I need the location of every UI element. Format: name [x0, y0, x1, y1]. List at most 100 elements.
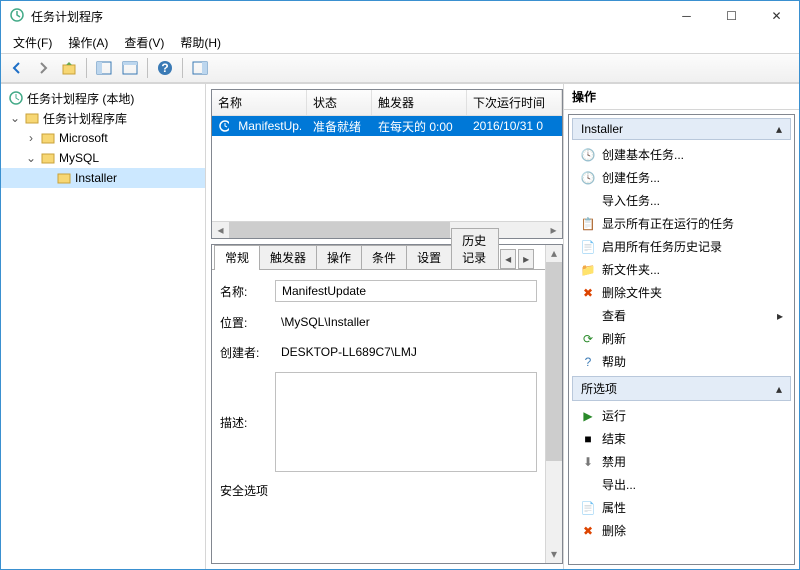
play-icon: ▶: [580, 408, 596, 424]
action-help[interactable]: ?帮助: [572, 350, 791, 373]
actions-pane-title: 操作: [564, 84, 799, 110]
tree-installer[interactable]: Installer: [1, 168, 205, 188]
collapse-icon[interactable]: ⌄: [9, 111, 21, 125]
scroll-left-icon[interactable]: ◂: [212, 223, 229, 237]
expand-icon[interactable]: ›: [25, 131, 37, 145]
close-button[interactable]: ✕: [754, 1, 799, 31]
location-value: \MySQL\Installer: [275, 312, 537, 332]
task-icon: [218, 119, 229, 133]
chevron-right-icon: ▸: [777, 309, 783, 323]
action-view[interactable]: 查看▸: [572, 304, 791, 327]
actions-section-installer[interactable]: Installer ▴: [572, 118, 791, 140]
tab-scroll-left[interactable]: ◂: [500, 249, 516, 269]
app-icon: [9, 7, 25, 26]
col-next[interactable]: 下次运行时间: [467, 90, 562, 115]
tree-library[interactable]: ⌄ 任务计划程序库: [1, 108, 205, 128]
task-name: ManifestUp...: [232, 119, 301, 133]
clock-icon: [8, 90, 24, 106]
task-status: 准备就绪: [307, 118, 372, 135]
vertical-scrollbar[interactable]: ▴ ▾: [545, 245, 562, 563]
action-delete-folder[interactable]: ✖删除文件夹: [572, 281, 791, 304]
task-list[interactable]: 名称 状态 触发器 下次运行时间 ManifestUp... 准备就绪 在每天的…: [211, 89, 563, 239]
menu-view[interactable]: 查看(V): [118, 32, 170, 53]
description-label: 描述:: [220, 414, 275, 431]
name-label: 名称:: [220, 283, 275, 300]
disable-icon: ⬇: [580, 454, 596, 470]
task-trigger: 在每天的 0:00: [372, 118, 467, 135]
tree-label: 任务计划程序库: [43, 110, 127, 127]
navigation-tree[interactable]: 任务计划程序 (本地) ⌄ 任务计划程序库 › Microsoft ⌄ MySQ…: [1, 84, 206, 569]
action-new-folder[interactable]: 📁新文件夹...: [572, 258, 791, 281]
description-field[interactable]: [275, 372, 537, 472]
action-run[interactable]: ▶运行: [572, 404, 791, 427]
collapse-icon[interactable]: ▴: [776, 382, 782, 396]
folder-icon: 📁: [580, 262, 596, 278]
author-label: 创建者:: [220, 344, 275, 361]
refresh-icon: ⟳: [580, 331, 596, 347]
tree-label: MySQL: [59, 151, 99, 165]
action-refresh[interactable]: ⟳刷新: [572, 327, 791, 350]
scroll-right-icon[interactable]: ▸: [545, 223, 562, 237]
col-status[interactable]: 状态: [307, 90, 372, 115]
tree-label: Microsoft: [59, 131, 108, 145]
tab-general[interactable]: 常规: [214, 245, 260, 270]
scroll-up-icon[interactable]: ▴: [546, 245, 562, 262]
collapse-icon[interactable]: ⌄: [25, 151, 37, 165]
actions-section-selected[interactable]: 所选项 ▴: [572, 376, 791, 401]
up-button[interactable]: [57, 56, 81, 80]
tab-actions[interactable]: 操作: [316, 245, 362, 269]
scroll-down-icon[interactable]: ▾: [546, 546, 562, 563]
tree-root[interactable]: 任务计划程序 (本地): [1, 88, 205, 108]
window-title: 任务计划程序: [31, 8, 664, 25]
action-create-basic-task[interactable]: 🕓创建基本任务...: [572, 143, 791, 166]
list-icon: 📋: [580, 216, 596, 232]
forward-button[interactable]: [31, 56, 55, 80]
task-icon: 🕓: [580, 170, 596, 186]
tree-mysql[interactable]: ⌄ MySQL: [1, 148, 205, 168]
menu-file[interactable]: 文件(F): [7, 32, 58, 53]
show-hide-tree-button[interactable]: [92, 56, 116, 80]
help-button[interactable]: ?: [153, 56, 177, 80]
separator: [147, 58, 148, 78]
scroll-thumb[interactable]: [546, 262, 562, 461]
col-trigger[interactable]: 触发器: [372, 90, 467, 115]
section-label: 所选项: [581, 380, 617, 397]
tab-scroll-right[interactable]: ▸: [518, 249, 534, 269]
maximize-button[interactable]: ☐: [709, 1, 754, 31]
properties-button[interactable]: [118, 56, 142, 80]
task-icon: 🕓: [580, 147, 596, 163]
tree-label: Installer: [75, 171, 117, 185]
tree-label: 任务计划程序 (本地): [27, 90, 134, 107]
action-export[interactable]: 导出...: [572, 473, 791, 496]
folder-icon: [40, 150, 56, 166]
action-properties[interactable]: 📄属性: [572, 496, 791, 519]
folder-icon: [56, 170, 72, 186]
history-icon: 📄: [580, 239, 596, 255]
name-field[interactable]: [275, 280, 537, 302]
action-end[interactable]: ■结束: [572, 427, 791, 450]
action-show-running[interactable]: 📋显示所有正在运行的任务: [572, 212, 791, 235]
author-value: DESKTOP-LL689C7\LMJ: [275, 342, 537, 362]
back-button[interactable]: [5, 56, 29, 80]
menu-action[interactable]: 操作(A): [62, 32, 114, 53]
tab-history[interactable]: 历史记录: [451, 228, 499, 269]
tab-triggers[interactable]: 触发器: [259, 245, 317, 269]
collapse-icon[interactable]: ▴: [776, 122, 782, 136]
scroll-thumb[interactable]: [229, 222, 450, 238]
action-delete[interactable]: ✖删除: [572, 519, 791, 542]
minimize-button[interactable]: ─: [664, 1, 709, 31]
action-create-task[interactable]: 🕓创建任务...: [572, 166, 791, 189]
task-row[interactable]: ManifestUp... 准备就绪 在每天的 0:00 2016/10/31 …: [212, 116, 562, 136]
tab-settings[interactable]: 设置: [406, 245, 452, 269]
col-name[interactable]: 名称: [212, 90, 307, 115]
action-enable-history[interactable]: 📄启用所有任务历史记录: [572, 235, 791, 258]
action-import-task[interactable]: 导入任务...: [572, 189, 791, 212]
tree-microsoft[interactable]: › Microsoft: [1, 128, 205, 148]
tab-conditions[interactable]: 条件: [361, 245, 407, 269]
section-label: Installer: [581, 122, 623, 136]
action-disable[interactable]: ⬇禁用: [572, 450, 791, 473]
folder-icon: [40, 130, 56, 146]
menu-help[interactable]: 帮助(H): [174, 32, 227, 53]
action-pane-button[interactable]: [188, 56, 212, 80]
horizontal-scrollbar[interactable]: ◂ ▸: [212, 221, 562, 238]
